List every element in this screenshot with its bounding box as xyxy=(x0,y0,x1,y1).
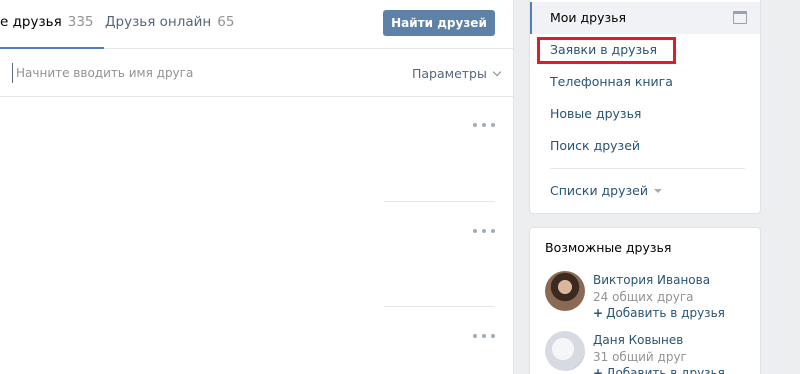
chevron-down-icon xyxy=(492,67,502,77)
menu-item-phone-book[interactable]: Телефонная книга xyxy=(530,66,760,98)
menu-item-my-friends-label: Мои друзья xyxy=(550,10,627,25)
params-label: Параметры xyxy=(412,66,487,81)
tab-friends-online-count: 65 xyxy=(217,14,235,30)
possible-friend-name[interactable]: Виктория Иванова xyxy=(593,273,710,287)
mutual-friends-count: 31 общий друг xyxy=(593,350,687,364)
search-row: Параметры xyxy=(0,50,513,97)
more-dots-icon[interactable] xyxy=(473,120,495,130)
plus-icon: + xyxy=(593,366,604,374)
friends-side-menu: Мои друзья Заявки в друзья Телефонная кн… xyxy=(529,0,761,214)
friend-row xyxy=(0,203,513,308)
avatar[interactable] xyxy=(545,271,585,311)
add-friend-link[interactable]: + Добавить в друзья xyxy=(593,306,725,320)
menu-item-find-friends-label: Поиск друзей xyxy=(550,138,641,153)
mutual-friends-count: 24 общих друга xyxy=(593,290,694,304)
params-dropdown[interactable]: Параметры xyxy=(412,66,502,81)
menu-item-friend-requests-label: Заявки в друзья xyxy=(550,42,658,57)
possible-friends-block: Возможные друзья Виктория Иванова 24 общ… xyxy=(529,227,761,374)
possible-friends-title: Возможные друзья xyxy=(545,240,672,255)
row-divider xyxy=(384,201,495,202)
menu-item-friend-lists-label: Списки друзей xyxy=(550,183,648,198)
tab-all-friends-label: е друзья xyxy=(0,14,62,30)
possible-friend-item: Даня Ковынев 31 общий друг + Добавить в д… xyxy=(545,331,755,374)
possible-friend-name[interactable]: Даня Ковынев xyxy=(593,333,683,347)
menu-item-new-friends[interactable]: Новые друзья xyxy=(530,98,760,130)
avatar[interactable] xyxy=(545,331,585,371)
menu-item-new-friends-label: Новые друзья xyxy=(550,106,642,121)
menu-item-find-friends[interactable]: Поиск друзей xyxy=(530,130,760,162)
tab-all-friends-count: 335 xyxy=(67,14,94,30)
tab-all-friends[interactable]: е друзья 335 xyxy=(0,0,104,49)
find-friends-button[interactable]: Найти друзей xyxy=(383,10,495,36)
add-friend-link[interactable]: + Добавить в друзья xyxy=(593,366,725,374)
menu-item-friend-lists[interactable]: Списки друзей xyxy=(530,175,760,207)
add-friend-label: Добавить в друзья xyxy=(606,306,725,320)
menu-divider xyxy=(550,168,745,169)
tab-friends-online-label: Друзья онлайн xyxy=(105,14,212,30)
dropdown-triangle-icon xyxy=(653,189,662,193)
friend-row xyxy=(0,308,513,374)
menu-item-my-friends[interactable]: Мои друзья xyxy=(530,2,760,34)
more-dots-icon[interactable] xyxy=(473,226,495,236)
calendar-icon[interactable] xyxy=(733,11,747,24)
friend-row xyxy=(0,98,513,203)
tab-friends-online[interactable]: Друзья онлайн 65 xyxy=(105,0,234,49)
menu-item-friend-requests[interactable]: Заявки в друзья xyxy=(530,34,760,66)
friends-tabs: е друзья 335 Друзья онлайн 65 Найти друзей xyxy=(0,0,513,49)
row-divider xyxy=(384,306,495,307)
plus-icon: + xyxy=(593,306,604,320)
more-dots-icon[interactable] xyxy=(473,331,495,341)
friend-search-input[interactable] xyxy=(12,63,392,83)
friends-main-panel: е друзья 335 Друзья онлайн 65 Найти друзей… xyxy=(0,0,514,374)
menu-item-phone-book-label: Телефонная книга xyxy=(550,74,673,89)
possible-friend-item: Виктория Иванова 24 общих друга + Добавит… xyxy=(545,271,755,320)
add-friend-label: Добавить в друзья xyxy=(606,366,725,374)
